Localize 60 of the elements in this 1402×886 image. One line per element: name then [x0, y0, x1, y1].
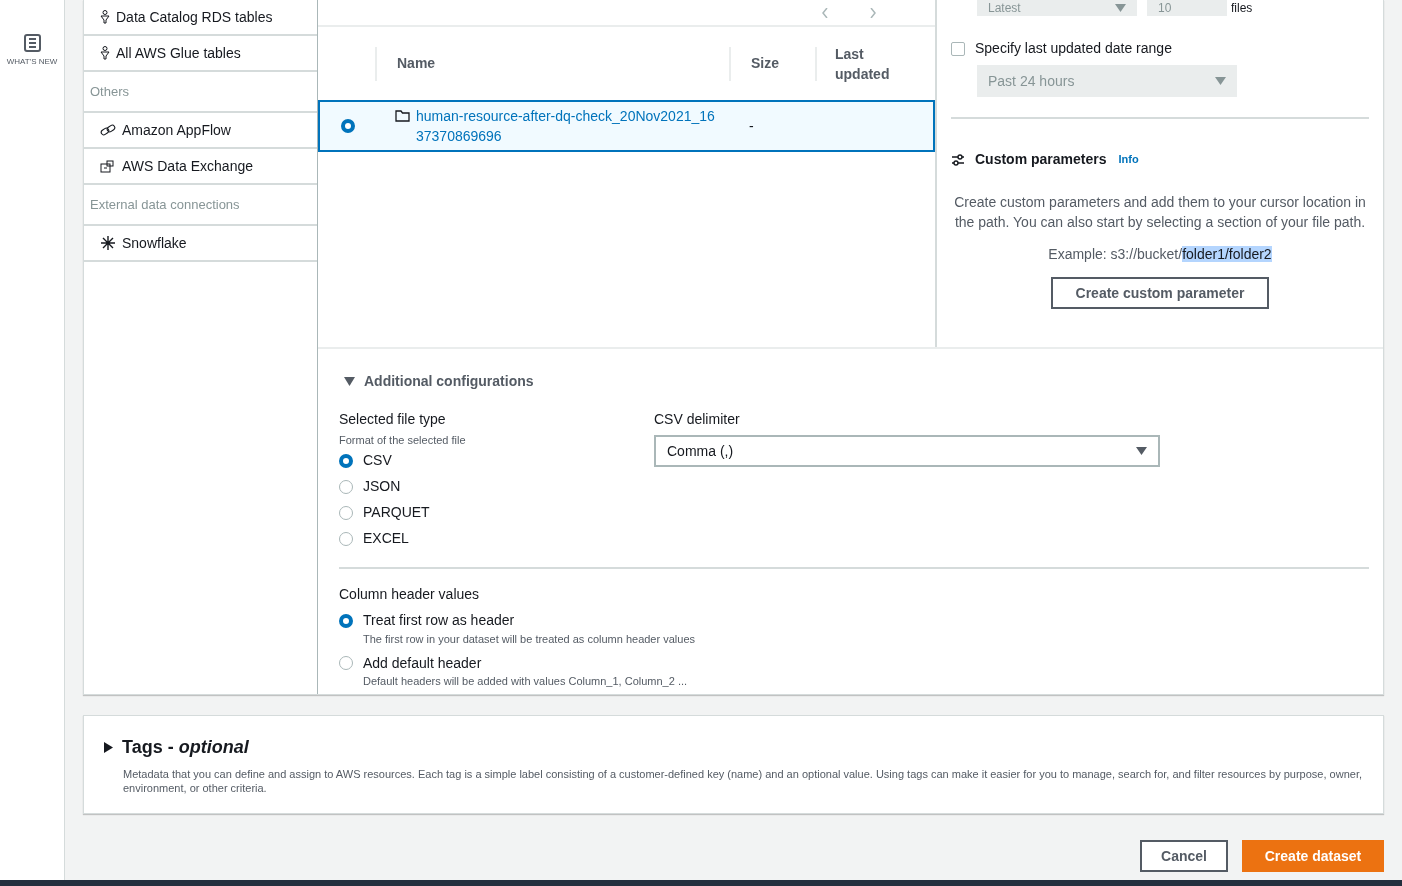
field-hint: Format of the selected file — [339, 433, 467, 448]
radio-label: Add default header — [363, 653, 482, 673]
source-item[interactable]: AWS Data Exchange — [84, 149, 317, 185]
unit-label: files — [1231, 0, 1253, 16]
caret-down-icon — [1136, 447, 1147, 455]
sliders-icon — [951, 152, 965, 167]
group-heading: Others — [90, 82, 129, 101]
exchange-icon — [100, 159, 116, 173]
funnel-icon — [100, 46, 110, 60]
caret-down-icon — [1215, 77, 1226, 85]
description-text: Metadata that you can define and assign to AWS resources. Each tag is a simple label consisting of a customer-defined key (name) and an optional value. Using tags can make it easier for you to manage, search for, and filter resources by purpose, owner, environment, or other criteria. — [123, 767, 1363, 795]
radio-button[interactable] — [339, 479, 353, 494]
description-text: Create custom parameters and add them to your cursor location in the path. You can also start by selecting a section of your file path. — [953, 193, 1367, 232]
radio-label: Treat first row as header — [363, 611, 515, 630]
delimiter-dropdown[interactable]: Comma (,) — [654, 435, 1160, 467]
field-label: CSV delimiter — [654, 410, 741, 429]
create-parameter-button[interactable]: Create custom parameter — [1051, 277, 1269, 309]
radio-button[interactable] — [339, 531, 353, 546]
example-path: Example: s3://bucket/folder1/folder2 — [1047, 245, 1273, 264]
caret-down-icon — [1115, 4, 1126, 12]
radio-label: EXCEL — [363, 529, 409, 548]
link-icon — [100, 124, 116, 136]
caret-right-icon[interactable] — [104, 742, 113, 753]
section-title: Tags - optional — [122, 736, 249, 759]
radio-label: PARQUET — [363, 503, 430, 522]
checkbox[interactable] — [951, 41, 965, 56]
source-item[interactable]: Snowflake — [84, 226, 317, 262]
radio-button[interactable] — [339, 453, 353, 468]
section-title: Custom parameters — [975, 150, 1107, 169]
field-label: Column header values — [339, 584, 481, 604]
radio-label: CSV — [363, 451, 392, 470]
source-item[interactable]: All AWS Glue tables — [84, 36, 317, 72]
column-header: Last updated — [835, 44, 891, 84]
expand-toggle[interactable]: Additional configurations — [344, 371, 534, 392]
funnel-icon — [100, 10, 110, 24]
info-link[interactable]: Info — [1118, 151, 1139, 168]
radio-button[interactable] — [340, 119, 355, 133]
snowflake-icon — [100, 235, 116, 251]
column-header: Name — [397, 54, 436, 73]
radio-label: JSON — [363, 477, 401, 496]
table-cell-text: - — [748, 116, 754, 136]
radio-button[interactable] — [339, 656, 353, 670]
newspaper-icon[interactable] — [22, 33, 42, 53]
table-row[interactable]: human-resource-after-dq-check_20Nov2021_1637370869696 - — [318, 100, 935, 152]
option-description: The first row in your dataset will be treated as column header values — [363, 631, 696, 647]
column-header: Size — [751, 54, 779, 73]
radio-button[interactable] — [339, 505, 353, 520]
folder-link[interactable]: human-resource-after-dq-check_20Nov2021_1637370869696 — [416, 106, 716, 146]
checkbox-label: Specify last updated date range — [975, 39, 1172, 58]
folder-icon — [395, 110, 410, 122]
chevron-left-icon[interactable] — [821, 7, 829, 18]
chevron-right-icon[interactable] — [869, 7, 877, 18]
nav-label: WHAT'S NEW — [6, 56, 58, 68]
source-item[interactable]: Data Catalog RDS tables — [84, 0, 317, 36]
radio-button[interactable] — [339, 613, 353, 628]
source-item[interactable]: Amazon AppFlow — [84, 113, 317, 149]
option-description: Default headers will be added with values Column_1, Column_2 ... — [363, 674, 689, 689]
field-label: Selected file type — [339, 410, 447, 429]
group-heading: External data connections — [90, 195, 240, 214]
cancel-button[interactable]: Cancel — [1140, 840, 1228, 872]
